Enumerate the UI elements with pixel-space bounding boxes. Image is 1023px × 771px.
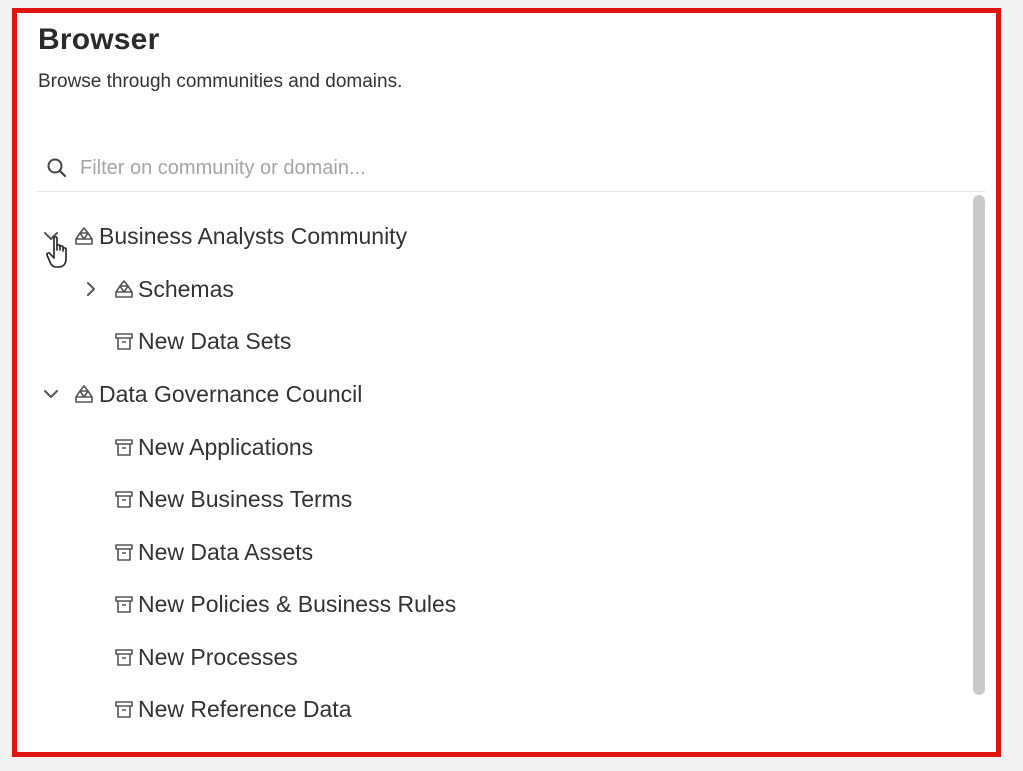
tree-row-label: Data Governance Council [99,381,363,407]
filter-bar [37,145,985,192]
tree-row-label: New Applications [138,434,314,460]
domain-icon [115,333,133,350]
tree-row-new-policies-business-rules[interactable]: New Policies & Business Rules [37,584,957,624]
hand-pointer-icon [46,236,67,268]
tree-row-new-reference-data[interactable]: New Reference Data [37,689,957,729]
domain-icon [115,491,133,508]
domain-icon [115,544,133,561]
tree-row-new-data-sets[interactable]: New Data Sets [37,321,957,361]
tree-scrollbar[interactable] [973,195,985,695]
domain-icon [115,649,133,666]
tree-row-new-data-assets[interactable]: New Data Assets [37,532,957,572]
domain-icon [115,596,133,613]
tree-row-new-processes[interactable]: New Processes [37,637,957,677]
panel-title: Browser [38,23,160,56]
panel-subtitle: Browse through communities and domains. [38,71,403,92]
tree-row-label: New Data Sets [138,328,292,354]
browser-panel: Browser Browse through communities and d… [12,8,1001,757]
tree-row-label: New Reference Data [138,696,352,722]
tree-row-label: New Data Assets [138,539,314,565]
domain-icon [115,439,133,456]
tree-row-label: New Business Terms [138,486,353,512]
tree-row-label: Business Analysts Community [99,223,408,249]
community-icon [75,385,93,403]
community-icon [75,227,93,245]
community-icon [115,280,133,298]
tree-row-label: Schemas [138,276,234,302]
tree-row-new-applications[interactable]: New Applications [37,427,957,467]
filter-input[interactable] [80,153,960,183]
chevron-right-icon[interactable] [81,279,101,299]
search-icon [47,158,67,178]
domain-icon [115,701,133,718]
tree-row-business-analysts-community[interactable]: Business Analysts Community [37,216,957,256]
tree-row-schemas[interactable]: Schemas [37,269,957,309]
tree-row-new-business-terms[interactable]: New Business Terms [37,479,957,519]
tree-row-label: New Policies & Business Rules [138,591,457,617]
tree-row-data-governance-council[interactable]: Data Governance Council [37,374,957,414]
chevron-down-icon[interactable] [41,384,61,404]
tree-row-label: New Processes [138,644,298,670]
